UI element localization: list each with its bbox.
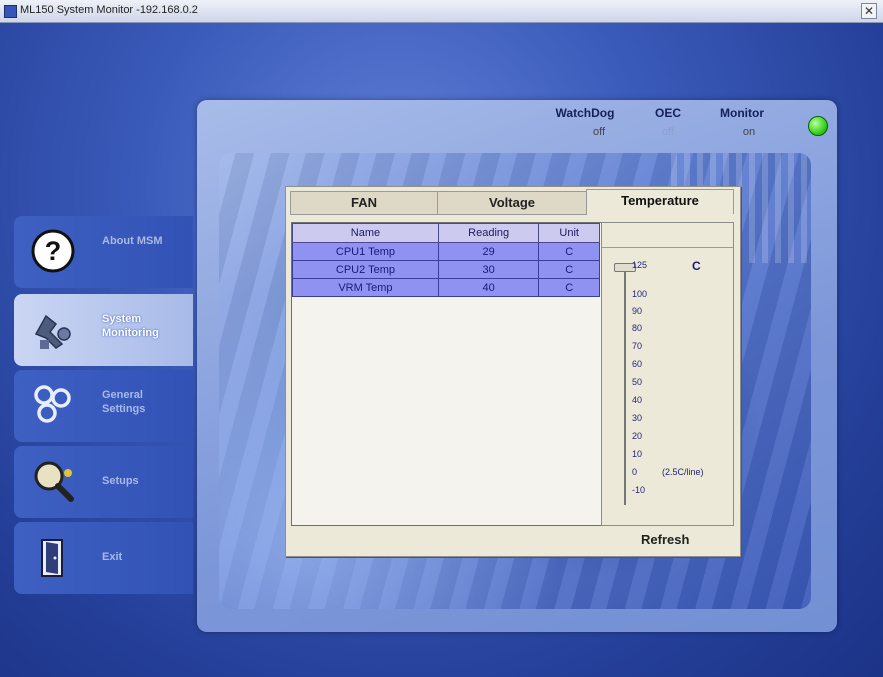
cell-name: CPU2 Temp	[292, 260, 439, 279]
scale-tick: 20	[632, 431, 643, 441]
scale-tick: 100	[632, 289, 648, 299]
watchdog-label: WatchDog	[555, 106, 615, 120]
cell-reading: 40	[437, 278, 540, 297]
cell-name: CPU1 Temp	[292, 242, 439, 261]
sidebar-item-setups[interactable]: Setups	[14, 446, 193, 518]
scale-tick: 70	[632, 341, 643, 351]
scale-track	[624, 265, 626, 505]
scale-tick: 90	[632, 306, 643, 316]
window-title: ML150 System Monitor -192.168.0.2	[20, 4, 198, 16]
scale-tick: -10	[632, 485, 646, 495]
close-button[interactable]: ✕	[861, 3, 877, 19]
monitor-label: Monitor	[720, 106, 764, 120]
cell-unit: C	[538, 242, 600, 261]
oec-value: off	[661, 126, 675, 138]
sidebar-item-about[interactable]: ? About MSM	[14, 216, 193, 288]
sensor-table-container: Name Reading Unit CPU1 Temp 29 C CPU2 Te…	[291, 222, 602, 526]
column-header-name[interactable]: Name	[292, 223, 439, 243]
scale-tick: 0	[632, 467, 638, 477]
sensor-table: Name Reading Unit CPU1 Temp 29 C CPU2 Te…	[292, 223, 600, 297]
column-header-unit[interactable]: Unit	[538, 223, 600, 243]
sidebar-item-exit[interactable]: Exit	[14, 522, 193, 594]
sidebar-item-label: About MSM	[102, 235, 163, 247]
cell-unit: C	[538, 278, 600, 297]
cell-name: VRM Temp	[292, 278, 439, 297]
tab-voltage[interactable]: Voltage	[437, 191, 587, 215]
sidebar-item-label: System Monitoring	[102, 313, 159, 339]
search-icon	[34, 461, 74, 502]
window-titlebar: ML150 System Monitor -192.168.0.2 ✕	[0, 0, 883, 23]
scale-tick: 40	[632, 395, 643, 405]
oec-label: OEC	[654, 106, 681, 120]
tab-fan[interactable]: FAN	[290, 191, 438, 215]
cell-reading: 30	[437, 260, 540, 279]
monitoring-window: FAN Voltage Temperature Name Reading Uni…	[285, 186, 741, 557]
watchdog-status: WatchDog off	[545, 106, 625, 138]
settings-icon	[34, 385, 71, 423]
sidebar-item-general-settings[interactable]: General Settings	[14, 370, 193, 442]
temperature-scale: C 125 100 90 80 70 60 50 40 30 20 10 0 (…	[601, 222, 734, 526]
system-monitoring-icon	[34, 314, 71, 349]
scale-note: (2.5C/line)	[662, 467, 704, 477]
sidebar-item-label: Setups	[102, 475, 139, 487]
scale-unit: C	[692, 259, 701, 273]
table-header-row: Name Reading Unit	[292, 223, 600, 243]
scale-tick: 60	[632, 359, 643, 369]
table-row[interactable]: CPU2 Temp 30 C	[292, 260, 600, 279]
oec-status: OEC off	[645, 106, 691, 138]
watchdog-value: off	[592, 126, 606, 138]
cell-unit: C	[538, 260, 600, 279]
scale-tick: 80	[632, 323, 643, 333]
monitor-status-led	[808, 116, 828, 136]
scale-tick: 30	[632, 413, 643, 423]
scale-header	[602, 223, 733, 248]
scale-tick: 125	[632, 260, 648, 270]
table-row[interactable]: CPU1 Temp 29 C	[292, 242, 600, 261]
column-header-reading[interactable]: Reading	[437, 223, 540, 243]
sidebar-item-label: General Settings	[102, 389, 146, 415]
scale-tick: 50	[632, 377, 643, 387]
monitor-value: on	[742, 126, 756, 138]
help-icon: ?	[31, 229, 75, 273]
monitor-status: Monitor on	[712, 106, 772, 138]
table-row[interactable]: VRM Temp 40 C	[292, 278, 600, 297]
app-icon	[4, 5, 17, 18]
svg-text:?: ?	[45, 236, 62, 266]
tab-temperature[interactable]: Temperature	[586, 189, 734, 214]
sidebar-item-label: Exit	[102, 551, 123, 563]
scale-tick: 10	[632, 449, 643, 459]
sidebar-item-system-monitoring[interactable]: System Monitoring	[14, 294, 193, 366]
cell-reading: 29	[437, 242, 540, 261]
exit-door-icon	[41, 539, 63, 577]
refresh-button[interactable]: Refresh	[641, 532, 689, 547]
